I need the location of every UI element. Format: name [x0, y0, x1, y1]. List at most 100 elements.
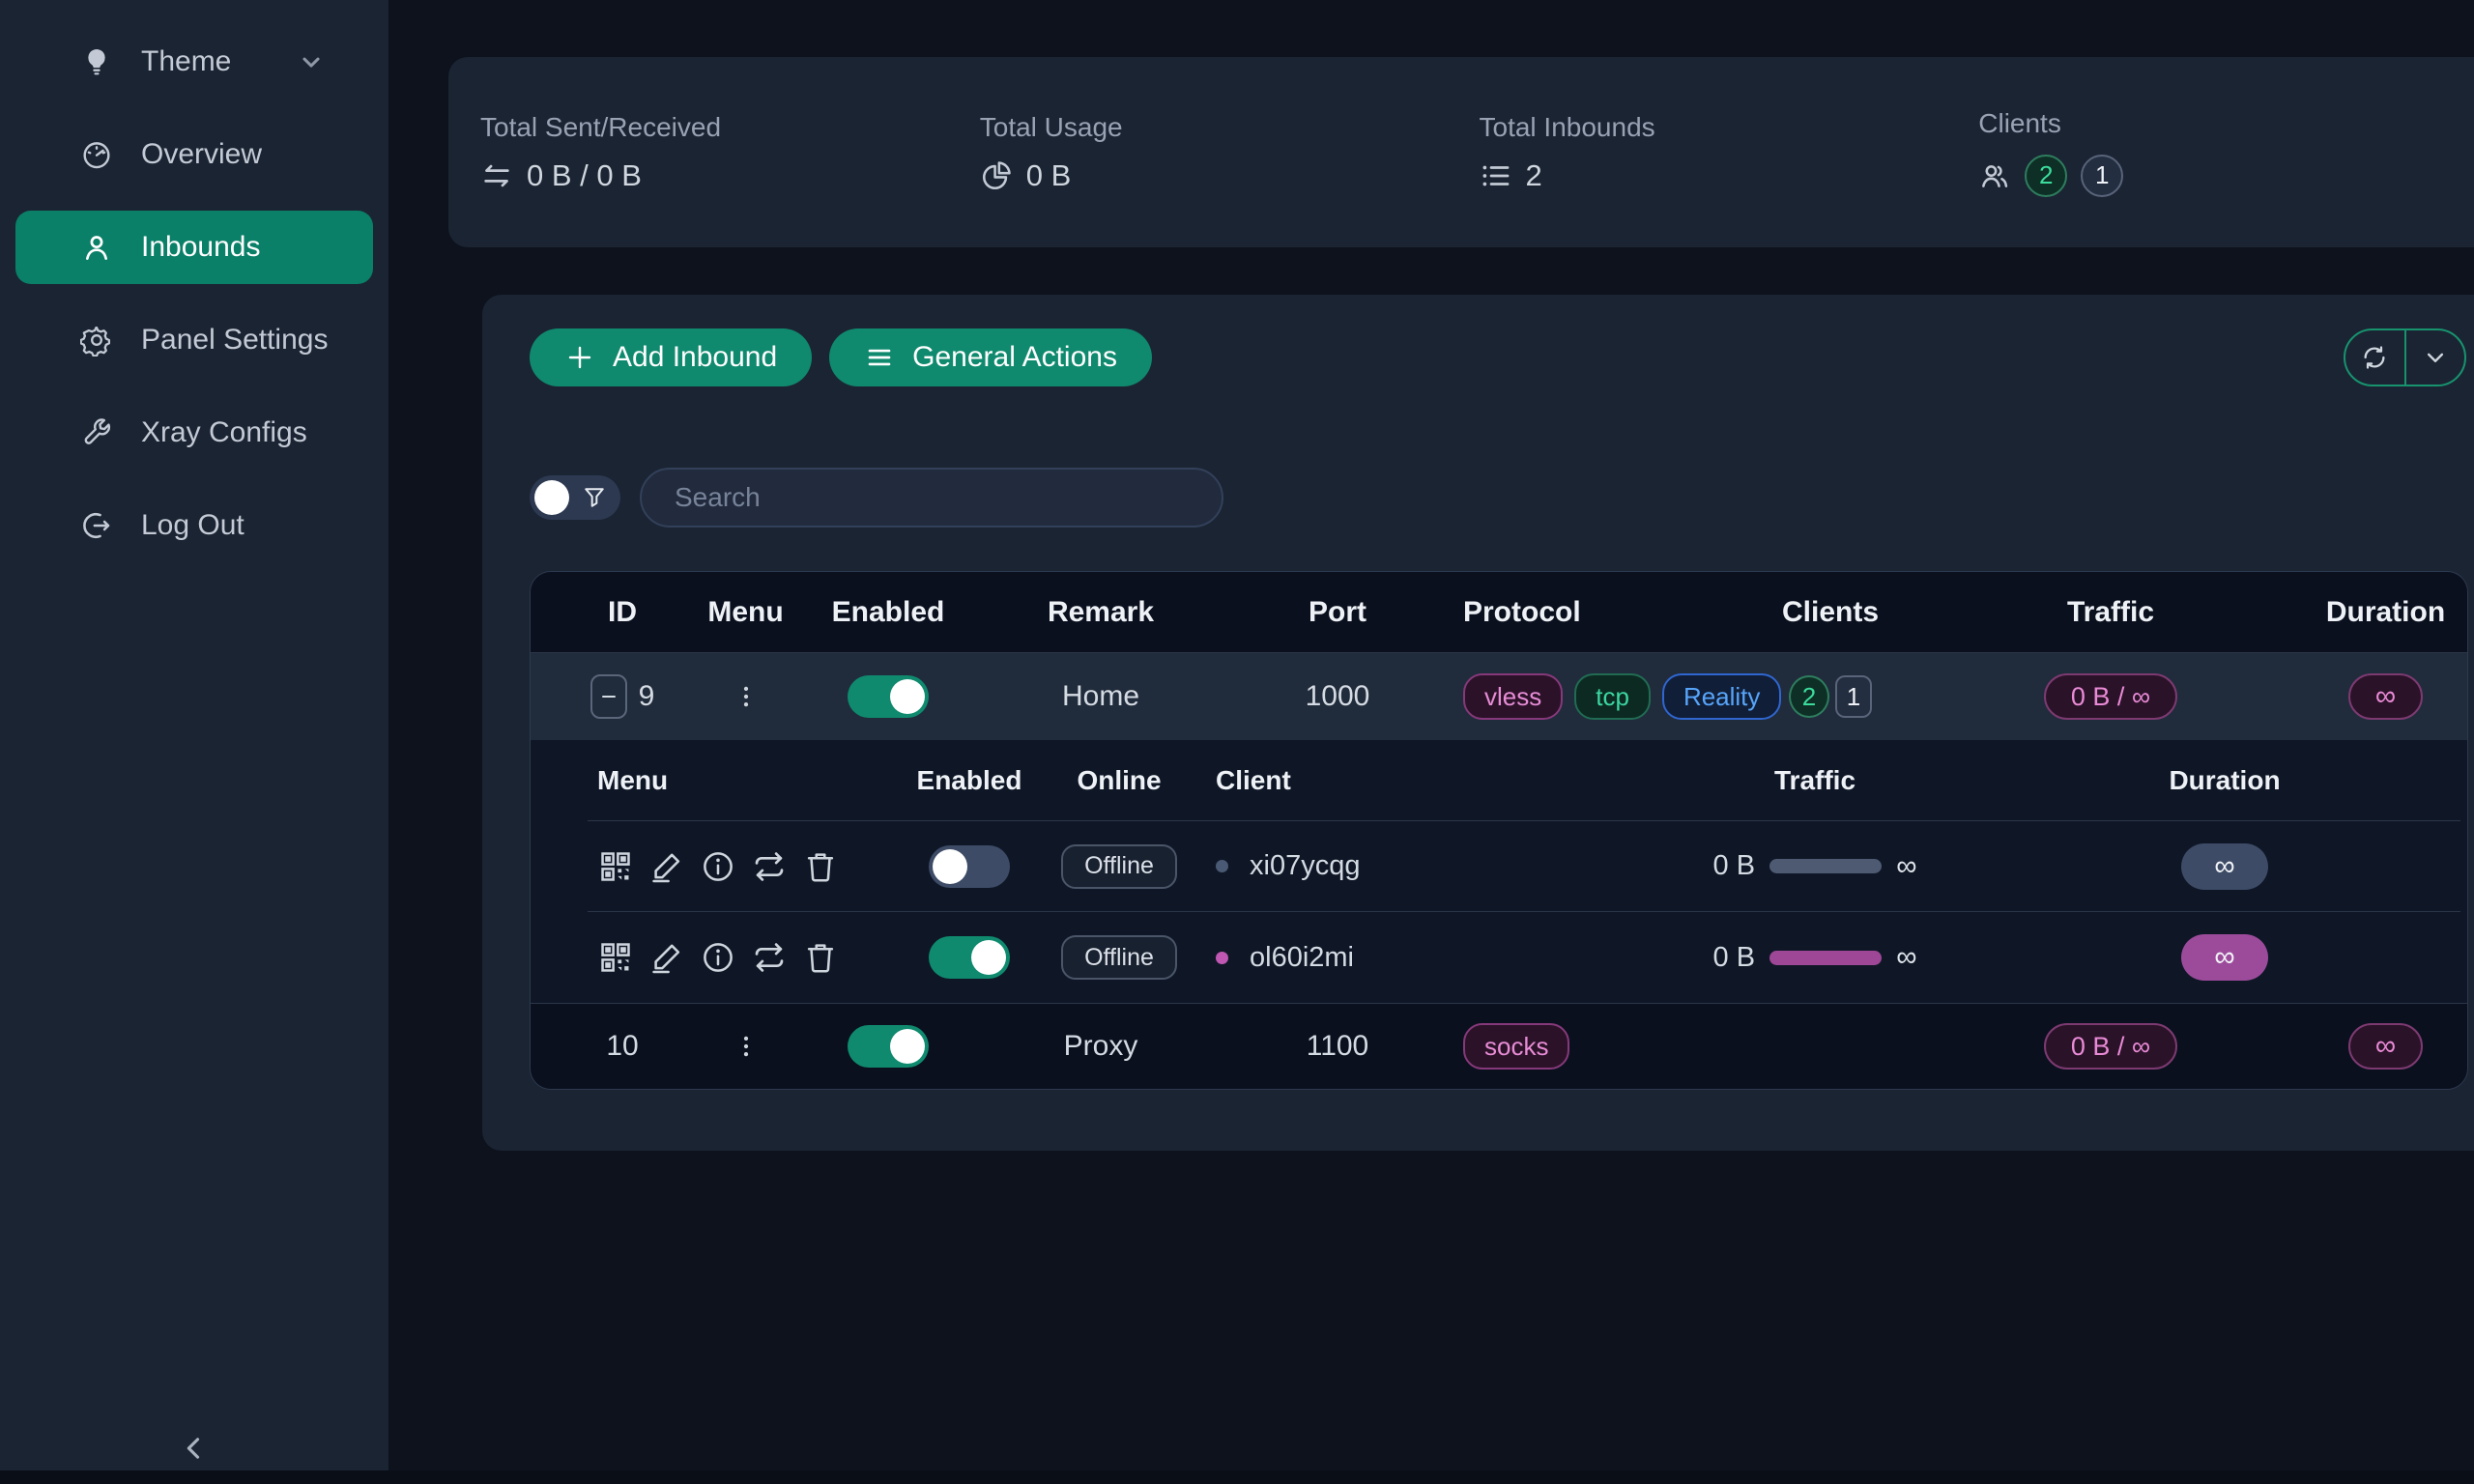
- clients-deactive-count-badge: 1: [1835, 675, 1872, 718]
- sidebar-collapse-button[interactable]: [0, 1432, 388, 1465]
- transfer-arrows-icon: [480, 159, 513, 192]
- info-icon[interactable]: [700, 939, 736, 976]
- toolbar: Add Inbound General Actions: [530, 328, 2466, 386]
- inbound-port: 1100: [1222, 1030, 1453, 1063]
- gauge-icon: [79, 137, 114, 172]
- general-actions-label: General Actions: [912, 341, 1117, 374]
- stat-value: 0 B: [1026, 158, 1072, 193]
- lightbulb-icon: [79, 44, 114, 79]
- reset-traffic-icon[interactable]: [751, 848, 788, 885]
- inbound-enabled-toggle[interactable]: [848, 1025, 929, 1068]
- client-name: xi07ycqg: [1250, 850, 1360, 882]
- sidebar-item-overview[interactable]: Overview: [15, 118, 373, 191]
- table-row-inbound-10: 10 Proxy 1100 socks: [531, 1004, 2467, 1089]
- traffic-progress-bar: [1769, 859, 1882, 873]
- sidebar-item-label: Inbounds: [141, 231, 260, 264]
- online-status-badge: Offline: [1061, 844, 1177, 889]
- sidebar-item-label: Xray Configs: [141, 416, 307, 449]
- table-row-inbound-9: 9 Home 1000 vless tcp Re: [531, 653, 2467, 740]
- sidebar-item-label: Log Out: [141, 509, 245, 542]
- edit-icon[interactable]: [648, 939, 685, 976]
- traffic-cap: ∞: [1896, 941, 1916, 974]
- header-id: ID: [531, 596, 695, 629]
- sidebar-item-panel-settings[interactable]: Panel Settings: [15, 303, 373, 377]
- header-enabled: Enabled: [796, 596, 980, 629]
- sidebar-item-inbounds[interactable]: Inbounds: [15, 211, 373, 284]
- toggle-knob: [890, 679, 925, 714]
- inbound-id: 9: [639, 680, 655, 713]
- inbound-id: 10: [606, 1030, 638, 1063]
- clients-count-badge: 2: [1789, 675, 1829, 718]
- collapse-row-button[interactable]: [590, 674, 627, 719]
- main-content: Total Sent/Received 0 B / 0 B Total Usag…: [388, 0, 2474, 1484]
- app-window: Theme Overview Inbounds Panel Settings: [0, 0, 2474, 1484]
- toggle-knob: [534, 480, 569, 515]
- inbound-port: 1000: [1222, 680, 1453, 713]
- user-icon: [79, 230, 114, 265]
- row-menu-button[interactable]: [732, 1032, 761, 1061]
- sub-header-menu: Menu: [588, 765, 906, 796]
- traffic-used: 0 B: [1713, 942, 1756, 974]
- users-icon: [1978, 159, 2011, 192]
- trash-icon[interactable]: [802, 939, 839, 976]
- logout-icon: [79, 508, 114, 543]
- theme-selector[interactable]: Theme: [15, 25, 373, 99]
- toggle-knob: [890, 1029, 925, 1064]
- chevron-down-icon: [2421, 343, 2450, 372]
- header-protocol: Protocol: [1453, 596, 1743, 629]
- bottom-strip: [0, 1470, 2474, 1484]
- table-header-row: ID Menu Enabled Remark Port Protocol Cli…: [531, 572, 2467, 653]
- stat-label: Total Usage: [980, 112, 1480, 143]
- row-menu-button[interactable]: [732, 682, 761, 711]
- stat-label: Total Inbounds: [1480, 112, 1979, 143]
- search-input[interactable]: [640, 468, 1223, 528]
- client-name: ol60i2mi: [1250, 942, 1354, 974]
- clients-panel: Menu Enabled Online Client Traffic Durat…: [531, 740, 2467, 1004]
- toggle-knob: [933, 849, 967, 884]
- inbounds-panel: Add Inbound General Actions: [482, 295, 2474, 1151]
- refresh-options-button[interactable]: [2406, 330, 2465, 385]
- refresh-icon: [2360, 343, 2389, 372]
- gear-icon: [79, 323, 114, 357]
- client-duration-badge: ∞: [2181, 843, 2268, 890]
- clients-online-badge: 2: [2025, 155, 2067, 197]
- plus-icon: [564, 342, 595, 373]
- sidebar-item-label: Panel Settings: [141, 324, 328, 357]
- header-clients: Clients: [1743, 596, 1917, 629]
- sidebar-item-logout[interactable]: Log Out: [15, 489, 373, 562]
- info-icon[interactable]: [700, 848, 736, 885]
- client-enabled-toggle[interactable]: [929, 936, 1010, 979]
- add-inbound-button[interactable]: Add Inbound: [530, 328, 812, 386]
- duration-badge: ∞: [2348, 673, 2423, 720]
- sub-header-enabled: Enabled: [906, 765, 1032, 796]
- client-row: Offline ol60i2mi 0 B ∞ ∞: [588, 912, 2460, 1003]
- sub-header-duration: Duration: [1989, 765, 2460, 796]
- qr-code-icon[interactable]: [597, 939, 634, 976]
- online-status-badge: Offline: [1061, 935, 1177, 980]
- inbound-enabled-toggle[interactable]: [848, 675, 929, 718]
- protocol-badge-socks: socks: [1463, 1023, 1569, 1070]
- refresh-button[interactable]: [2345, 330, 2406, 385]
- general-actions-button[interactable]: General Actions: [829, 328, 1152, 386]
- inbound-remark: Home: [980, 680, 1222, 713]
- protocol-badge-vless: vless: [1463, 673, 1563, 720]
- chevron-left-icon: [178, 1432, 211, 1465]
- trash-icon[interactable]: [802, 848, 839, 885]
- edit-icon[interactable]: [648, 848, 685, 885]
- reset-traffic-icon[interactable]: [751, 939, 788, 976]
- stat-value: 2: [1526, 158, 1542, 193]
- filter-toggle[interactable]: [530, 475, 620, 520]
- refresh-split-button: [2344, 328, 2466, 386]
- sidebar-item-xray-configs[interactable]: Xray Configs: [15, 396, 373, 470]
- client-enabled-toggle[interactable]: [929, 845, 1010, 888]
- inbounds-table: ID Menu Enabled Remark Port Protocol Cli…: [530, 571, 2468, 1090]
- duration-badge: ∞: [2348, 1023, 2423, 1070]
- qr-code-icon[interactable]: [597, 848, 634, 885]
- header-duration: Duration: [2304, 596, 2467, 629]
- minus-icon: [597, 685, 620, 708]
- add-inbound-label: Add Inbound: [613, 341, 777, 374]
- dots-vertical-icon: [732, 1032, 761, 1061]
- filter-row: [530, 468, 2466, 528]
- traffic-cap: ∞: [1896, 850, 1916, 883]
- sub-header-online: Online: [1032, 765, 1206, 796]
